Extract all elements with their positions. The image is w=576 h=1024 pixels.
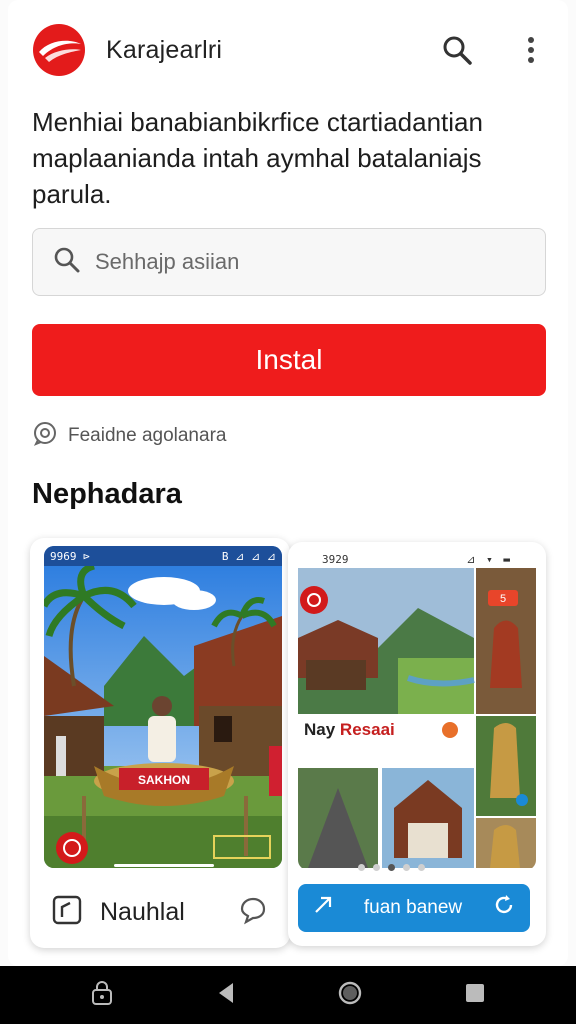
screenshot-label-1: Nauhlal [100, 897, 185, 926]
screenshot-card-2[interactable]: 3929 ⊿ ▾ ▬ 5 Nay Resaai fuan banew [288, 542, 546, 946]
status-bar: 3929 ⊿ ▾ ▬ [298, 550, 536, 568]
more-vert-icon[interactable] [514, 33, 548, 67]
carousel-dot[interactable] [418, 864, 425, 871]
app-header: Karajearlri [28, 18, 556, 82]
primary-action-button[interactable]: fuan banew [298, 884, 530, 932]
gallery-title-part-a: Nay [304, 720, 340, 739]
boat-label: SAKHON [138, 773, 190, 787]
chat-bubble-icon[interactable] [238, 895, 268, 930]
arrow-icon [312, 894, 334, 922]
refresh-icon [492, 893, 516, 923]
system-nav-bar [0, 966, 576, 1024]
screenshot-footer-1: Nauhlal [30, 876, 290, 948]
status-time: 9969 ⊳ [50, 549, 90, 563]
screenshot-image-2: 3929 ⊿ ▾ ▬ 5 Nay Resaai [298, 550, 536, 870]
recents-icon[interactable] [464, 982, 486, 1009]
swoosh-logo-icon [28, 19, 90, 81]
gallery-title: Nay Resaai [304, 720, 395, 740]
search-bar[interactable] [32, 228, 546, 296]
screenshot-card-1[interactable]: 9969 ⊳ B ⊿ ⊿ ⊿ SAKHON Nauhlal [30, 538, 290, 948]
carousel-dot[interactable] [373, 864, 380, 871]
app-store-page: Karajearlri Menhiai banabianbikrfice cta… [0, 0, 576, 1024]
search-icon [53, 246, 81, 279]
status-time: 3929 [322, 552, 349, 566]
install-button[interactable]: Instal [32, 324, 546, 396]
square-app-icon [52, 895, 82, 930]
primary-action-label: fuan banew [363, 897, 463, 918]
gallery-collage: 5 [298, 568, 536, 868]
search-input[interactable] [95, 249, 495, 275]
badge-label: 5 [500, 593, 506, 605]
app-description: Menhiai banabianbikrfice ctartiadantian … [32, 107, 483, 209]
carousel-dot[interactable] [403, 864, 410, 871]
status-bar: 9969 ⊳ B ⊿ ⊿ ⊿ [44, 546, 282, 566]
feature-row[interactable]: Feaidne agolanara [32, 420, 226, 452]
carousel-dot-active[interactable] [388, 864, 395, 871]
carousel-dots [358, 864, 425, 871]
home-icon[interactable] [337, 980, 363, 1011]
feature-label: Feaidne agolanara [68, 425, 227, 446]
assistant-icon[interactable] [90, 980, 114, 1011]
status-icons: B ⊿ ⊿ ⊿ [221, 549, 276, 563]
section-title: Nephadara [32, 478, 182, 510]
gallery-title-part-b: Resaai [339, 720, 395, 739]
header-actions [440, 33, 556, 67]
app-name: Karajearlri [106, 35, 223, 64]
status-icons: ⊿ ▾ ▬ [466, 552, 512, 566]
screenshot-image-1: 9969 ⊳ B ⊿ ⊿ ⊿ SAKHON [44, 546, 282, 868]
badge-icon [32, 420, 58, 452]
carousel-dot[interactable] [358, 864, 365, 871]
village-scene-illustration: SAKHON [44, 566, 282, 868]
search-icon[interactable] [440, 33, 474, 67]
back-icon[interactable] [215, 981, 237, 1010]
